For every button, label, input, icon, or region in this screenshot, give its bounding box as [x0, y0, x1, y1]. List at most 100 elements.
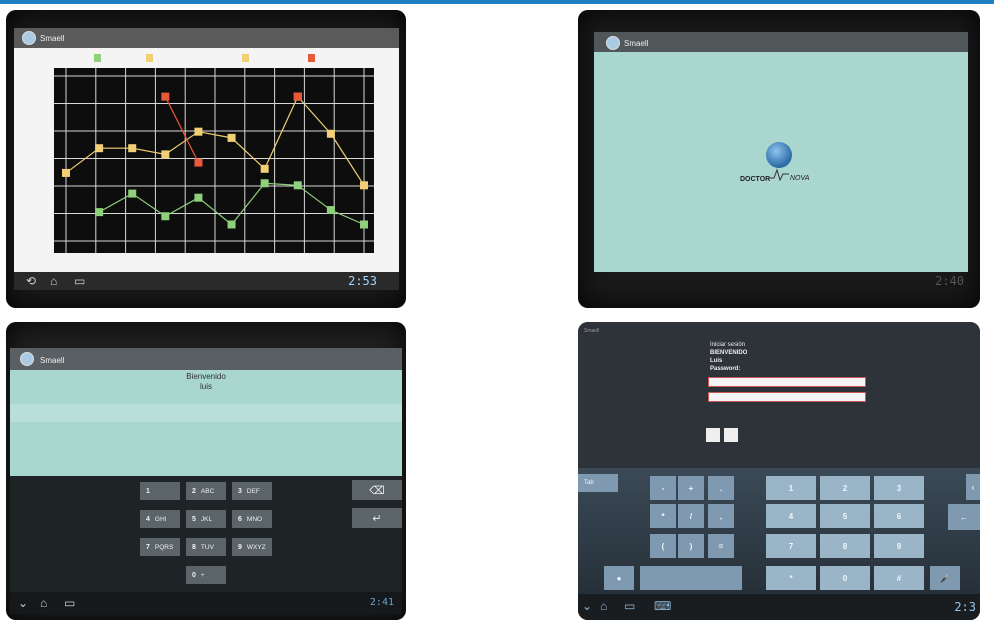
chart-legend	[94, 54, 354, 64]
system-nav-bar: ⟲ ⌂ ▭ 2:53	[14, 272, 399, 290]
logo-text-nova: NOVA	[790, 175, 810, 182]
back-icon[interactable]: ⌄	[582, 600, 592, 612]
pin-key-7[interactable]: 7 PQRS	[140, 538, 180, 556]
password-label: Password:	[710, 366, 741, 372]
home-icon[interactable]: ⌂	[600, 600, 607, 612]
pin-key-0[interactable]: 0 +	[186, 566, 226, 584]
backspace-key[interactable]: ⌫	[352, 480, 402, 500]
pin-key-letters: GHI	[154, 515, 167, 523]
pin-key-4[interactable]: 4 GHI	[140, 510, 180, 528]
series-0-segment	[297, 96, 332, 135]
pin-key-letters: JKL	[200, 515, 213, 523]
password-field-2[interactable]	[708, 392, 866, 402]
legend-swatch-red	[308, 54, 315, 62]
number-key-*[interactable]: *	[766, 566, 816, 590]
number-key-0[interactable]: 0	[820, 566, 870, 590]
symbol-key[interactable]: *	[650, 504, 676, 528]
pin-key-digit: 6	[238, 515, 242, 523]
pin-key-6[interactable]: 6 MNO	[232, 510, 272, 528]
legend-swatch-yellow	[146, 54, 153, 62]
symbol-key[interactable]: =	[708, 534, 734, 558]
series-2-point	[161, 212, 170, 221]
number-key-7[interactable]: 7	[766, 534, 816, 558]
series-0-point	[194, 127, 203, 136]
symbol-key[interactable]: (	[650, 534, 676, 558]
back-icon[interactable]: ⌄	[18, 597, 28, 609]
number-key-#[interactable]: #	[874, 566, 924, 590]
photo-login-screen: Smaell Iniciar sesión BIENVENIDO Luis Pa…	[578, 322, 980, 620]
pin-key-9[interactable]: 9 WXYZ	[232, 538, 272, 556]
pin-key-digit: 0	[192, 571, 196, 579]
legend-swatch-yellow-2	[242, 54, 249, 62]
backspace-key[interactable]: ‹	[966, 474, 980, 500]
series-2-point	[227, 220, 236, 229]
series-0-segment	[330, 133, 365, 186]
series-2-segment	[330, 209, 365, 226]
welcome-label: BIENVENIDO	[710, 350, 748, 356]
status-app-name: Smaell	[584, 328, 600, 334]
number-key-9[interactable]: 9	[874, 534, 924, 558]
pin-key-1[interactable]: 1	[140, 482, 180, 500]
login-screen: Smaell Iniciar sesión BIENVENIDO Luis Pa…	[578, 322, 980, 620]
symbol-key[interactable]: /	[678, 504, 704, 528]
app-logo-icon	[22, 31, 36, 45]
number-key-5[interactable]: 5	[820, 504, 870, 528]
pin-screen: Smaell Bienvenido luis 1 2 ABC 3 DEF 4 GHI 5 JKL…	[10, 348, 402, 614]
pin-key-5[interactable]: 5 JKL	[186, 510, 226, 528]
series-2-segment	[264, 182, 298, 186]
series-2-point	[260, 179, 269, 188]
pin-key-digit: 2	[192, 487, 196, 495]
password-field[interactable]	[708, 377, 866, 387]
symbol-key[interactable]: )	[678, 534, 704, 558]
numeric-keyboard: Tab ● 🎤 ‹ ← - +. * /,() = 1 2 3 4 5 6 7 8 9 * 0 #	[578, 468, 980, 594]
pin-key-digit: 5	[192, 515, 196, 523]
login-header: Iniciar sesión	[710, 342, 746, 348]
pin-key-8[interactable]: 8 TUV	[186, 538, 226, 556]
photo-splash-screen: Smaell DOCTOR NOVA 2:40	[578, 10, 980, 308]
series-2-point	[194, 193, 203, 202]
pin-key-3[interactable]: 3 DEF	[232, 482, 272, 500]
pin-key-2[interactable]: 2 ABC	[186, 482, 226, 500]
keyboard-icon[interactable]: ⌨	[654, 600, 671, 612]
series-0-point	[326, 129, 335, 138]
pin-key-digit: 3	[238, 487, 242, 495]
recent-apps-icon[interactable]: ▭	[624, 600, 635, 612]
symbol-key[interactable]: +	[678, 476, 704, 500]
recent-apps-icon[interactable]: ▭	[64, 597, 75, 609]
number-key-2[interactable]: 2	[820, 476, 870, 500]
app-title: Smaell	[624, 39, 649, 48]
settings-key[interactable]: ●	[604, 566, 634, 590]
series-2-point	[128, 189, 137, 198]
number-key-6[interactable]: 6	[874, 504, 924, 528]
home-icon[interactable]: ⌂	[40, 597, 47, 609]
pin-key-digit: 7	[146, 543, 150, 551]
back-icon[interactable]: ⟲	[26, 275, 36, 287]
enter-key[interactable]: ↵	[352, 508, 402, 528]
pin-key-letters: ABC	[200, 487, 215, 495]
number-key-8[interactable]: 8	[820, 534, 870, 558]
status-clock: 2:40	[935, 274, 964, 288]
checkbox-left[interactable]	[706, 428, 720, 442]
checkbox-right[interactable]	[724, 428, 738, 442]
series-0-point	[128, 144, 137, 153]
status-clock: 2:53	[348, 274, 377, 288]
number-key-4[interactable]: 4	[766, 504, 816, 528]
series-0-point	[227, 133, 236, 142]
number-key-1[interactable]: 1	[766, 476, 816, 500]
action-bar: Smaell	[14, 28, 399, 48]
series-2-segment	[231, 182, 266, 225]
enter-key[interactable]: ←	[948, 504, 980, 530]
pin-key-letters: +	[200, 571, 205, 579]
number-key-3[interactable]: 3	[874, 476, 924, 500]
splash-screen: Smaell DOCTOR NOVA	[594, 32, 968, 272]
symbol-key[interactable]: -	[650, 476, 676, 500]
space-key[interactable]	[640, 566, 742, 590]
symbol-key[interactable]: ,	[708, 504, 734, 528]
mic-key[interactable]: 🎤	[930, 566, 960, 590]
pin-key-digit: 9	[238, 543, 242, 551]
photo-pin-screen: Smaell Bienvenido luis 1 2 ABC 3 DEF 4 GHI 5 JKL…	[6, 322, 406, 620]
home-icon[interactable]: ⌂	[50, 275, 57, 287]
symbol-key[interactable]: .	[708, 476, 734, 500]
tab-key[interactable]: Tab	[578, 474, 618, 492]
recent-apps-icon[interactable]: ▭	[74, 275, 85, 287]
